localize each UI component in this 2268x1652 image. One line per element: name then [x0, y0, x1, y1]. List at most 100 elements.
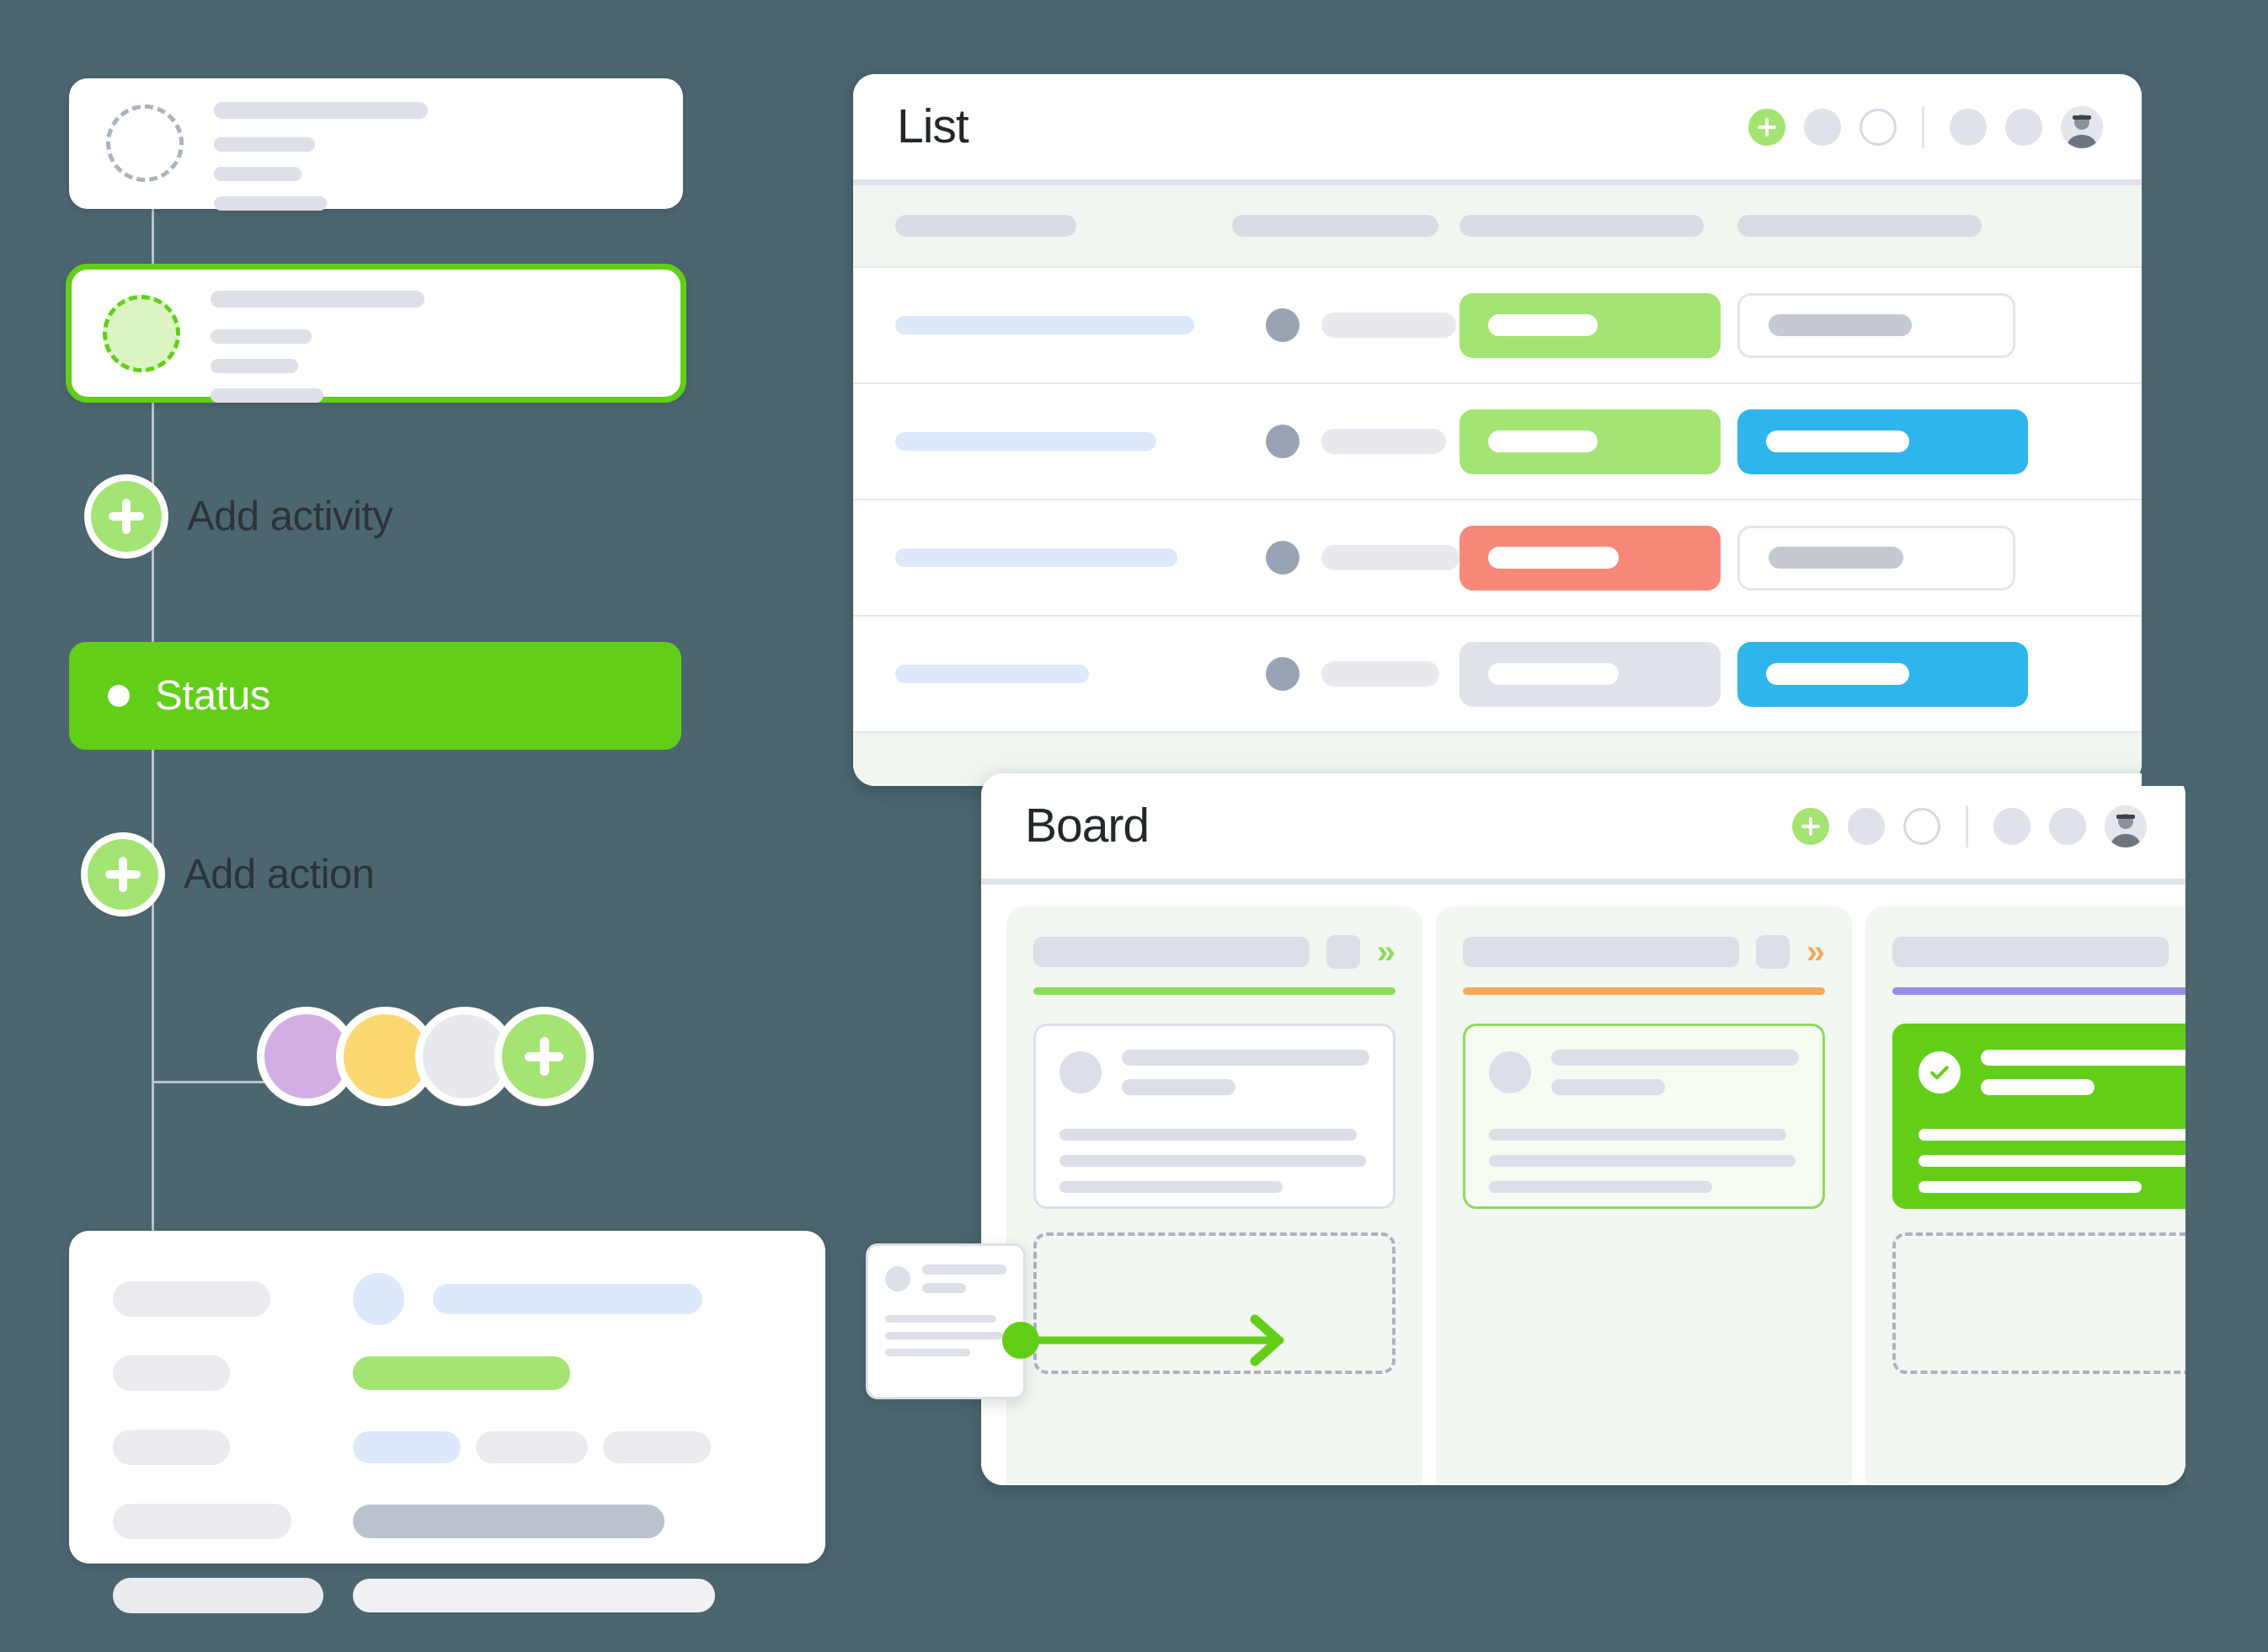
- detail-row: [113, 1355, 792, 1391]
- add-assignee-button[interactable]: [494, 1007, 594, 1106]
- chevron-double-right-icon[interactable]: »: [1377, 935, 1395, 969]
- detail-row: [113, 1430, 792, 1465]
- list-window-header: List: [853, 74, 2142, 179]
- avatar-placeholder-icon: [885, 1266, 910, 1291]
- status-chip[interactable]: [1460, 409, 1721, 474]
- column-header: »: [1892, 935, 2185, 969]
- list-window[interactable]: List: [853, 74, 2142, 786]
- avatar-placeholder-icon: [1059, 1051, 1102, 1093]
- status-chip[interactable]: [1460, 526, 1721, 591]
- table-row[interactable]: [853, 615, 2142, 731]
- column-header[interactable]: [853, 215, 1232, 237]
- dashed-avatar-selected-icon: [103, 295, 180, 372]
- divider-icon: [1922, 106, 1924, 148]
- chevron-double-right-icon[interactable]: »: [1806, 935, 1825, 969]
- avatar-placeholder-icon: [1266, 308, 1299, 342]
- list-table: [853, 185, 2142, 786]
- table-row[interactable]: [853, 266, 2142, 382]
- table-header-row: [853, 185, 2142, 266]
- add-button[interactable]: [1748, 109, 1785, 146]
- more-dot-icon[interactable]: [2049, 808, 2086, 845]
- add-action-label: Add action: [184, 851, 375, 898]
- add-action-row[interactable]: Add action: [81, 832, 375, 917]
- workflow-panel: Add activity Status Add action: [0, 0, 842, 1617]
- column-header[interactable]: [1460, 215, 1737, 237]
- user-avatar[interactable]: [2061, 106, 2103, 148]
- activity-card-selected-skeleton: [211, 291, 424, 418]
- filter-dot-icon[interactable]: [1848, 808, 1885, 845]
- circle-outline-icon[interactable]: [1903, 808, 1940, 845]
- status-label: Status: [155, 672, 270, 719]
- flow-connector-branch: [152, 1081, 269, 1083]
- board-window-controls: [1792, 805, 2147, 847]
- board-column-2[interactable]: »: [1436, 906, 1852, 1485]
- column-accent-bar: [1033, 987, 1395, 995]
- avatar-placeholder-icon: [1266, 541, 1299, 575]
- column-header: »: [1033, 935, 1395, 969]
- circle-outline-icon[interactable]: [1860, 109, 1897, 146]
- column-header: »: [1463, 935, 1825, 969]
- avatar-placeholder-icon: [1266, 425, 1299, 458]
- settings-dot-icon[interactable]: [1950, 109, 1987, 146]
- board-window[interactable]: Board: [981, 773, 2185, 1485]
- tag-chip[interactable]: [1737, 526, 2015, 591]
- settings-dot-icon[interactable]: [1993, 808, 2031, 845]
- add-activity-row[interactable]: Add activity: [84, 474, 393, 559]
- tag-chip[interactable]: [1737, 642, 2028, 707]
- assignee-stack: [257, 1007, 594, 1106]
- divider-icon: [1966, 805, 1968, 847]
- header-rule: [981, 879, 2185, 885]
- board-window-title: Board: [1025, 802, 1149, 850]
- arrow-right-icon: [1002, 1311, 1305, 1374]
- more-dot-icon[interactable]: [2005, 109, 2042, 146]
- list-window-controls: [1748, 106, 2103, 148]
- count-badge: [1326, 935, 1360, 969]
- board-card-done[interactable]: [1892, 1024, 2185, 1209]
- status-badge[interactable]: Status: [69, 642, 681, 750]
- column-header[interactable]: [1232, 215, 1460, 237]
- plus-icon[interactable]: [81, 832, 165, 917]
- detail-card[interactable]: [69, 1231, 825, 1564]
- avatar-placeholder-icon: [1266, 657, 1299, 691]
- check-circle-icon: [1918, 1051, 1961, 1093]
- drop-zone[interactable]: [1892, 1232, 2185, 1374]
- header-rule: [853, 179, 2142, 185]
- board-card-selected[interactable]: [1463, 1024, 1825, 1209]
- list-window-title: List: [897, 103, 969, 151]
- detail-card-rows: [113, 1281, 792, 1652]
- status-chip[interactable]: [1460, 642, 1721, 707]
- board-column-3[interactable]: »: [1865, 906, 2185, 1485]
- add-button[interactable]: [1792, 808, 1829, 845]
- canvas: Add activity Status Add action: [0, 0, 2268, 1617]
- status-dot-icon: [108, 685, 130, 707]
- list-window-right-crop: [2142, 74, 2268, 786]
- column-accent-bar: [1892, 987, 2185, 995]
- tag-chip[interactable]: [1737, 409, 2028, 474]
- board-card[interactable]: [1033, 1024, 1395, 1209]
- count-badge: [1756, 935, 1790, 969]
- activity-card-skeleton: [214, 102, 428, 226]
- column-header[interactable]: [1737, 215, 2142, 237]
- detail-row: [113, 1281, 792, 1317]
- detail-row: [113, 1504, 792, 1539]
- avatar-placeholder-icon: [353, 1273, 404, 1325]
- activity-card-selected[interactable]: [66, 264, 686, 403]
- tag-chip[interactable]: [1737, 293, 2015, 358]
- avatar-placeholder-icon: [1489, 1051, 1531, 1093]
- detail-row: [113, 1578, 792, 1613]
- board-columns: » »: [981, 885, 2185, 1485]
- user-avatar[interactable]: [2105, 805, 2147, 847]
- board-window-right-crop: [2185, 773, 2268, 1485]
- plus-icon[interactable]: [84, 474, 168, 559]
- activity-card[interactable]: [69, 78, 683, 209]
- board-window-header: Board: [981, 773, 2185, 879]
- status-chip[interactable]: [1460, 293, 1721, 358]
- table-row[interactable]: [853, 499, 2142, 615]
- add-activity-label: Add activity: [187, 493, 393, 540]
- drop-zone[interactable]: [1463, 1232, 1825, 1374]
- column-accent-bar: [1463, 987, 1825, 995]
- filter-dot-icon[interactable]: [1804, 109, 1841, 146]
- board-column-1[interactable]: »: [1006, 906, 1422, 1485]
- table-row[interactable]: [853, 382, 2142, 499]
- dashed-avatar-placeholder-icon: [106, 104, 184, 182]
